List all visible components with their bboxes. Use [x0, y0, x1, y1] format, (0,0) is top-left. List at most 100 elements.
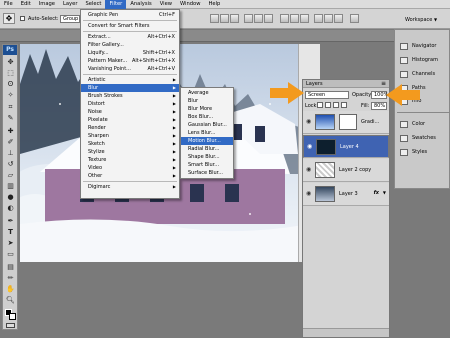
shape-tool-icon[interactable]: ▭	[5, 250, 16, 259]
menu-item-smart-blur[interactable]: Smart Blur...	[181, 161, 233, 169]
notes-tool-icon[interactable]: ▤	[5, 263, 16, 272]
auto-select-dropdown[interactable]: Group	[60, 15, 80, 23]
pen-tool-icon[interactable]: ✒	[5, 217, 16, 226]
menu-item-pattern-maker[interactable]: Pattern Maker... Alt+Shift+Ctrl+X	[81, 57, 179, 65]
brush-tool-icon[interactable]: ✐	[5, 138, 16, 147]
distribute-vcenter-button[interactable]	[290, 14, 299, 23]
history-brush-tool-icon[interactable]: ↺	[5, 160, 16, 169]
fx-icon[interactable]: fx	[374, 190, 379, 196]
distribute-bottom-button[interactable]	[300, 14, 309, 23]
lasso-tool-icon[interactable]: ʘ	[5, 80, 16, 89]
move-tool-icon[interactable]: ✥	[3, 13, 15, 24]
blur-tool-icon[interactable]: ●	[5, 193, 16, 202]
menu-item-stylize[interactable]: Stylize ▶	[81, 148, 179, 156]
menu-item-extract[interactable]: Extract... Alt+Ctrl+X	[81, 33, 179, 41]
hand-tool-icon[interactable]: ✋	[5, 285, 16, 294]
eye-icon[interactable]: ◉	[307, 144, 313, 150]
slice-tool-icon[interactable]: ✎	[5, 114, 16, 123]
menu-item-convert-smart-filters[interactable]: Convert for Smart Filters	[81, 22, 179, 30]
dock-item-styles[interactable]: Styles	[399, 146, 449, 159]
crop-tool-icon[interactable]: ⌗	[5, 103, 16, 112]
menu-item-gaussian-blur[interactable]: Gaussian Blur...	[181, 121, 233, 129]
distribute-top-button[interactable]	[280, 14, 289, 23]
menu-help[interactable]: Help	[204, 0, 224, 9]
dock-item-histogram[interactable]: Histogram	[399, 54, 449, 67]
layers-panel-empty	[303, 207, 389, 327]
dock-item-swatches[interactable]: Swatches	[399, 132, 449, 145]
dock-item-navigator[interactable]: Navigator	[399, 40, 449, 53]
menu-layer[interactable]: Layer	[59, 0, 81, 9]
annotation-arrows	[270, 82, 420, 106]
chevron-down-icon[interactable]: ▼	[383, 190, 386, 195]
align-right-button[interactable]	[264, 14, 273, 23]
menu-item-filter-gallery[interactable]: Filter Gallery...	[81, 41, 179, 49]
path-select-tool-icon[interactable]: ➤	[5, 239, 16, 248]
distribute-hcenter-button[interactable]	[324, 14, 333, 23]
auto-align-button[interactable]	[350, 14, 359, 23]
distribute-right-button[interactable]	[334, 14, 343, 23]
layer-row-layer-2-copy[interactable]: ◉ Layer 2 copy	[303, 159, 389, 182]
menu-filter[interactable]: Filter	[105, 0, 127, 9]
menu-item-vanishing-point[interactable]: Vanishing Point... Alt+Ctrl+V	[81, 65, 179, 73]
dodge-tool-icon[interactable]: ◐	[5, 204, 16, 213]
menu-item-sharpen[interactable]: Sharpen ▶	[81, 132, 179, 140]
align-top-button[interactable]	[210, 14, 219, 23]
move-tool-icon[interactable]: ✥	[5, 58, 16, 67]
eyedropper-tool-icon[interactable]: ✏	[5, 274, 16, 283]
menu-item-surface-blur[interactable]: Surface Blur...	[181, 169, 233, 177]
gradient-tool-icon[interactable]: ▥	[5, 182, 16, 191]
menu-item-liquify[interactable]: Liquify... Shift+Ctrl+X	[81, 49, 179, 57]
auto-select-checkbox[interactable]	[20, 16, 25, 21]
menu-item-pixelate[interactable]: Pixelate ▶	[81, 116, 179, 124]
marquee-tool-icon[interactable]: ⬚	[5, 69, 16, 78]
menu-item-video[interactable]: Video ▶	[81, 164, 179, 172]
menu-item-distort[interactable]: Distort ▶	[81, 100, 179, 108]
menu-item-blur-simple[interactable]: Blur	[181, 97, 233, 105]
layer-row-layer-4[interactable]: ◉ Layer 4	[303, 135, 389, 158]
menu-select[interactable]: Select	[81, 0, 105, 9]
distribute-left-button[interactable]	[314, 14, 323, 23]
eraser-tool-icon[interactable]: ▱	[5, 171, 16, 180]
type-tool-icon[interactable]: T	[5, 228, 16, 237]
zoom-tool-icon[interactable]: 🔍︎	[5, 296, 16, 305]
menu-file[interactable]: File	[0, 0, 17, 9]
align-bottom-button[interactable]	[230, 14, 239, 23]
menu-item-box-blur[interactable]: Box Blur...	[181, 113, 233, 121]
layer-row-layer-3[interactable]: ◉ Layer 3 fx ▼	[303, 183, 389, 206]
align-hcenter-button[interactable]	[254, 14, 263, 23]
menu-item-digimarc[interactable]: Digimarc ▶	[81, 183, 179, 191]
menu-item-graphic-pen[interactable]: Graphic Pen Ctrl+F	[81, 11, 179, 19]
menu-item-brush-strokes[interactable]: Brush Strokes ▶	[81, 92, 179, 100]
menu-image[interactable]: Image	[35, 0, 59, 9]
background-color-swatch[interactable]	[9, 313, 16, 320]
submenu-arrow-icon: ▶	[172, 77, 176, 82]
magic-wand-tool-icon[interactable]: ✧	[5, 91, 16, 100]
menu-item-average[interactable]: Average	[181, 89, 233, 97]
menu-item-radial-blur[interactable]: Radial Blur...	[181, 145, 233, 153]
menu-item-render[interactable]: Render ▶	[81, 124, 179, 132]
align-left-button[interactable]	[244, 14, 253, 23]
eye-icon[interactable]: ◉	[306, 191, 312, 197]
panel-strip	[0, 30, 450, 42]
menu-item-blur[interactable]: Blur ▶	[81, 84, 179, 92]
menu-item-texture[interactable]: Texture ▶	[81, 156, 179, 164]
eye-icon[interactable]: ◉	[306, 167, 312, 173]
menu-item-other[interactable]: Other ▶	[81, 172, 179, 180]
menu-view[interactable]: View	[156, 0, 176, 9]
menu-analysis[interactable]: Analysis	[126, 0, 155, 9]
menu-item-shape-blur[interactable]: Shape Blur...	[181, 153, 233, 161]
submenu-arrow-icon: ▶	[172, 157, 176, 162]
menu-item-blur-more[interactable]: Blur More	[181, 105, 233, 113]
stamp-tool-icon[interactable]: ⊥	[5, 149, 16, 158]
menu-edit[interactable]: Edit	[17, 0, 35, 9]
menu-item-noise[interactable]: Noise ▶	[81, 108, 179, 116]
quick-mask-icon[interactable]	[6, 323, 15, 328]
align-vcenter-button[interactable]	[220, 14, 229, 23]
menu-item-sketch[interactable]: Sketch ▶	[81, 140, 179, 148]
menu-item-artistic[interactable]: Artistic ▶	[81, 76, 179, 84]
menu-window[interactable]: Window	[176, 0, 204, 9]
healing-tool-icon[interactable]: ✚	[5, 127, 16, 136]
workspace-dropdown[interactable]: Workspace ▼	[405, 15, 448, 24]
menu-item-motion-blur[interactable]: Motion Blur...	[181, 137, 233, 145]
menu-item-lens-blur[interactable]: Lens Blur...	[181, 129, 233, 137]
